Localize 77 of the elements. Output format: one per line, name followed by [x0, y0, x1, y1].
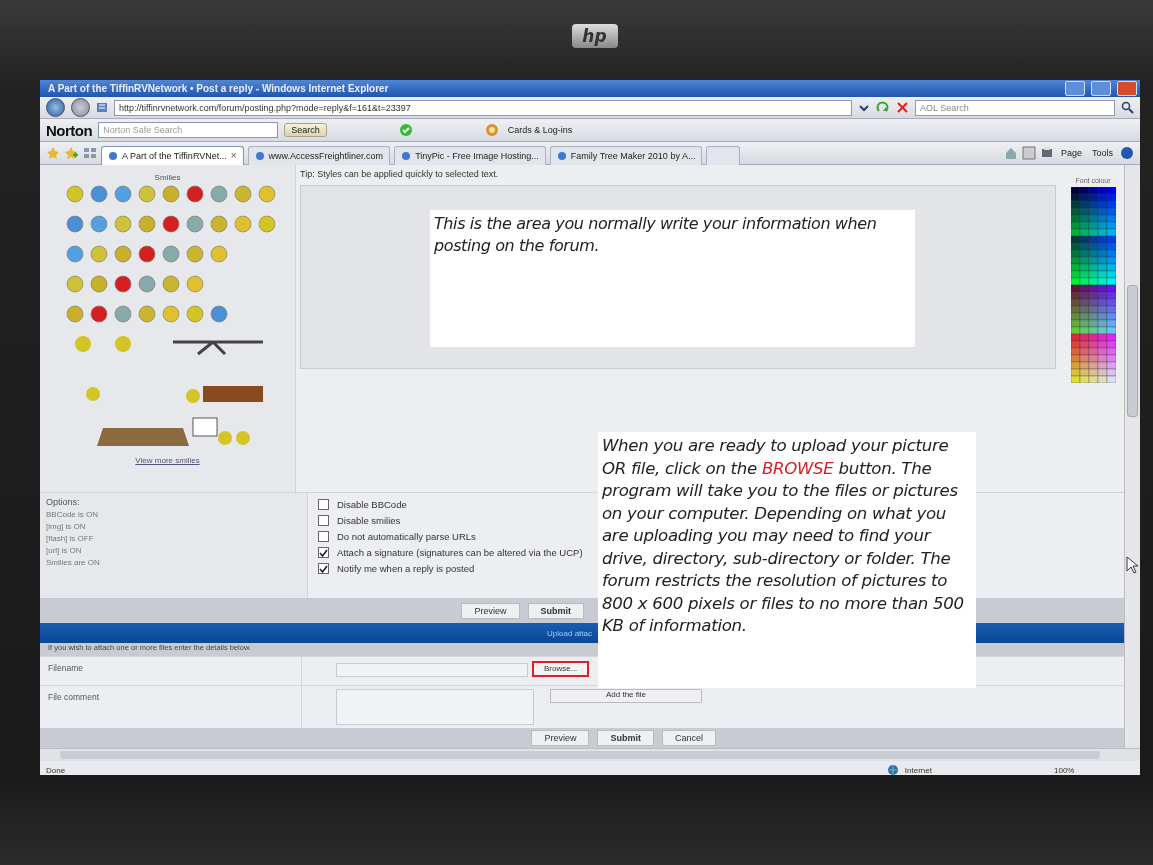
checkbox-option[interactable]: Disable BBCode: [318, 499, 583, 511]
refresh-icon[interactable]: [876, 101, 890, 114]
view-more-smilies-link[interactable]: View more smilies: [135, 456, 200, 465]
forward-button[interactable]: [71, 98, 90, 117]
page-icon: [96, 101, 108, 114]
smilies-drawing[interactable]: [66, 185, 275, 446]
options-title: Options:: [46, 497, 81, 508]
checkbox-label: Disable BBCode: [337, 499, 407, 511]
submit-button[interactable]: Submit: [597, 730, 654, 746]
browser-tab[interactable]: www.AccessFreightliner.com: [247, 145, 391, 165]
browser-tab[interactable]: TinyPic - Free Image Hosting...: [394, 145, 546, 165]
option-status: [flash] is OFF: [46, 534, 95, 544]
option-status: [img] is ON: [46, 522, 87, 532]
checkbox[interactable]: [318, 563, 329, 575]
norton-logo: Norton: [46, 121, 93, 139]
checkbox[interactable]: [318, 499, 329, 511]
print-icon[interactable]: [1039, 146, 1054, 160]
checkbox[interactable]: [318, 547, 329, 559]
address-field[interactable]: http://tiffinrvnetwork.com/forum/posting.php?mode=reply&f=161&t=23397: [114, 99, 852, 116]
tab-icon: [401, 150, 412, 161]
file-comment-field[interactable]: [336, 689, 534, 726]
tab-grid-icon[interactable]: [83, 146, 97, 160]
zoom-level[interactable]: 100%: [1054, 765, 1134, 775]
file-path-field[interactable]: [336, 663, 528, 678]
browse-button[interactable]: Browse...: [532, 661, 590, 678]
annotation-text: When you are ready to upload your picture OR file, click on the BROWSE button. The program will take you to the files or pictures on your computer. Depending on what you are uploading you may need to find your drive, directory, sub-directory or folder. The forum restricts the resolution of pictures to 800 x 600 pixels or files to no more than 500 KB of information.: [598, 432, 976, 688]
colour-palette[interactable]: [1070, 187, 1116, 383]
check-icon[interactable]: [398, 123, 413, 137]
security-zone: Internet: [904, 765, 932, 775]
checkbox[interactable]: [318, 531, 329, 543]
tab-icon: [254, 150, 265, 161]
command-menu[interactable]: Page: [1057, 147, 1085, 159]
brand-logo: hp: [571, 24, 618, 48]
annotation-text: This is the area you normally write your information when posting on the forum.: [430, 210, 915, 347]
command-menu[interactable]: Tools: [1089, 147, 1116, 159]
add-file-button[interactable]: Add the file: [550, 689, 702, 704]
checkbox-option[interactable]: Notify me when a reply is posted: [318, 563, 583, 575]
cancel-button[interactable]: Cancel: [662, 730, 716, 746]
checkbox[interactable]: [318, 515, 329, 527]
option-status: Smilies are ON: [46, 558, 101, 568]
preview-button[interactable]: Preview: [531, 730, 590, 746]
back-button[interactable]: [46, 98, 65, 117]
pointer-icon: [1126, 556, 1139, 574]
tip-text: Tip: Styles can be applied quickly to selected text.: [300, 169, 500, 181]
search-field[interactable]: AOL Search: [915, 99, 1115, 116]
option-status: [url] is ON: [46, 546, 83, 556]
minimize-button[interactable]: [1065, 81, 1085, 96]
tab-icon: [556, 150, 567, 161]
search-icon[interactable]: [1121, 101, 1134, 114]
scrollbar-thumb[interactable]: [1127, 285, 1138, 417]
maximize-button[interactable]: [1091, 81, 1111, 96]
tab-icon: [108, 150, 118, 161]
stop-icon[interactable]: [896, 101, 909, 114]
filename-label: Filename: [40, 657, 302, 686]
browser-tab[interactable]: A Part of the TiffinRVNet... ×: [101, 145, 244, 165]
checkbox-label: Do not automatically parse URLs: [337, 531, 476, 543]
close-tab-button[interactable]: ×: [230, 150, 237, 161]
upload-section-title: Upload attac: [547, 628, 592, 638]
browser-tab[interactable]: Family Tree Maker 2010 by A...: [549, 145, 703, 165]
status-text: Done: [46, 765, 66, 775]
cards-menu[interactable]: Cards & Log-ins: [504, 124, 576, 136]
checkbox-option[interactable]: Disable smilies: [318, 515, 583, 527]
submit-button[interactable]: Submit: [527, 602, 584, 619]
smilies-title: Smilies: [153, 172, 182, 182]
star-icon[interactable]: [46, 146, 60, 160]
globe-icon: [886, 764, 899, 775]
new-tab-button[interactable]: [706, 145, 741, 165]
add-favorite-icon[interactable]: [64, 146, 79, 160]
home-icon[interactable]: [1003, 146, 1018, 160]
option-status: BBCode is ON: [46, 510, 100, 520]
checkbox-option[interactable]: Do not automatically parse URLs: [318, 531, 583, 543]
preview-button[interactable]: Preview: [461, 602, 520, 619]
close-button[interactable]: [1117, 81, 1137, 96]
checkbox-label: Disable smilies: [337, 515, 401, 527]
search-button[interactable]: Search: [284, 123, 327, 137]
window-title: A Part of the TiffinRVNetwork • Post a reply - Windows Internet Explorer: [48, 83, 390, 94]
checkbox-label: Notify me when a reply is posted: [337, 563, 475, 575]
